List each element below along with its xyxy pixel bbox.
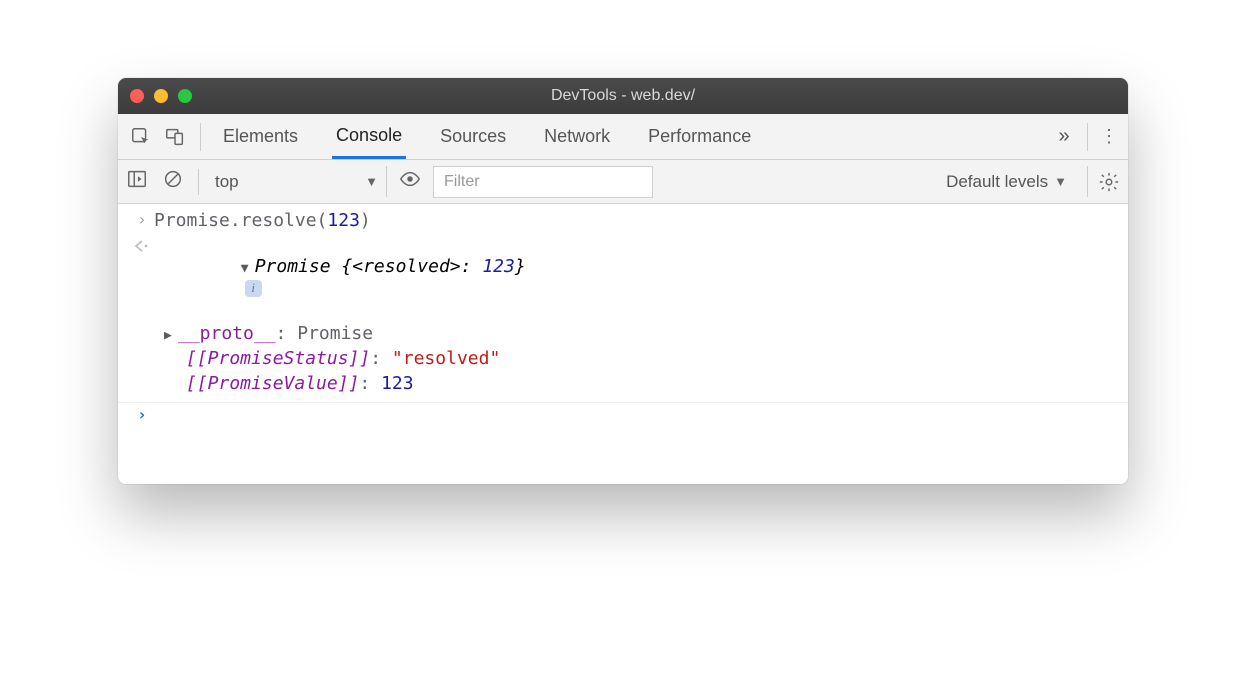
close-button[interactable] bbox=[130, 89, 144, 103]
chevron-down-icon: ▼ bbox=[365, 174, 378, 189]
log-levels-selector[interactable]: Default levels ▼ bbox=[946, 172, 1079, 192]
output-chevron-icon bbox=[130, 235, 154, 254]
sidebar-toggle-icon[interactable] bbox=[126, 168, 154, 195]
tab-network[interactable]: Network bbox=[540, 114, 614, 159]
window-title: DevTools - web.dev/ bbox=[118, 87, 1128, 105]
inspect-element-icon[interactable] bbox=[124, 120, 158, 154]
console-toolbar: top ▼ Filter Default levels ▼ bbox=[118, 160, 1128, 204]
promise-status-row: [[PromiseStatus]]: "resolved" bbox=[118, 346, 1128, 371]
settings-icon[interactable] bbox=[1087, 166, 1120, 196]
divider bbox=[1087, 123, 1088, 151]
context-label: top bbox=[215, 172, 239, 192]
disclosure-triangle-open-icon[interactable]: ▼ bbox=[241, 261, 255, 276]
divider bbox=[200, 123, 201, 151]
clear-console-icon[interactable] bbox=[162, 168, 190, 195]
panel-tabs: Elements Console Sources Network Perform… bbox=[209, 114, 1049, 159]
kebab-menu-icon[interactable]: ⋮ bbox=[1096, 126, 1122, 147]
console-prompt[interactable]: › bbox=[118, 403, 1128, 428]
prompt-chevron-icon: › bbox=[130, 405, 154, 424]
input-chevron-icon: › bbox=[130, 210, 154, 229]
devtools-window: DevTools - web.dev/ Elements Console Sou… bbox=[118, 78, 1128, 484]
divider bbox=[198, 169, 199, 195]
zoom-button[interactable] bbox=[178, 89, 192, 103]
info-icon[interactable]: i bbox=[245, 280, 262, 297]
tab-performance[interactable]: Performance bbox=[644, 114, 755, 159]
tab-console[interactable]: Console bbox=[332, 114, 406, 159]
filter-placeholder: Filter bbox=[444, 173, 480, 190]
live-expression-icon[interactable] bbox=[395, 168, 425, 196]
console-input-code: Promise.resolve(123) bbox=[154, 210, 371, 231]
tab-elements[interactable]: Elements bbox=[219, 114, 302, 159]
promise-value-row: [[PromiseValue]]: 123 bbox=[118, 371, 1128, 396]
tabbar: Elements Console Sources Network Perform… bbox=[118, 114, 1128, 160]
traffic-lights bbox=[130, 89, 192, 103]
console-body: › Promise.resolve(123) ▼Promise {<resolv… bbox=[118, 204, 1128, 484]
proto-row[interactable]: ▶__proto__: Promise bbox=[118, 321, 1128, 346]
device-toggle-icon[interactable] bbox=[158, 120, 192, 154]
context-selector[interactable]: top ▼ bbox=[207, 166, 387, 196]
tab-sources[interactable]: Sources bbox=[436, 114, 510, 159]
console-input-row: › Promise.resolve(123) bbox=[118, 208, 1128, 233]
filter-input[interactable]: Filter bbox=[433, 166, 653, 198]
minimize-button[interactable] bbox=[154, 89, 168, 103]
disclosure-triangle-closed-icon[interactable]: ▶ bbox=[164, 328, 178, 343]
result-summary[interactable]: ▼Promise {<resolved>: 123} i bbox=[154, 235, 526, 319]
levels-label: Default levels bbox=[946, 172, 1048, 192]
overflow-icon[interactable]: » bbox=[1049, 125, 1079, 148]
window-titlebar: DevTools - web.dev/ bbox=[118, 78, 1128, 114]
console-result-row[interactable]: ▼Promise {<resolved>: 123} i bbox=[118, 233, 1128, 321]
chevron-down-icon: ▼ bbox=[1054, 174, 1067, 189]
